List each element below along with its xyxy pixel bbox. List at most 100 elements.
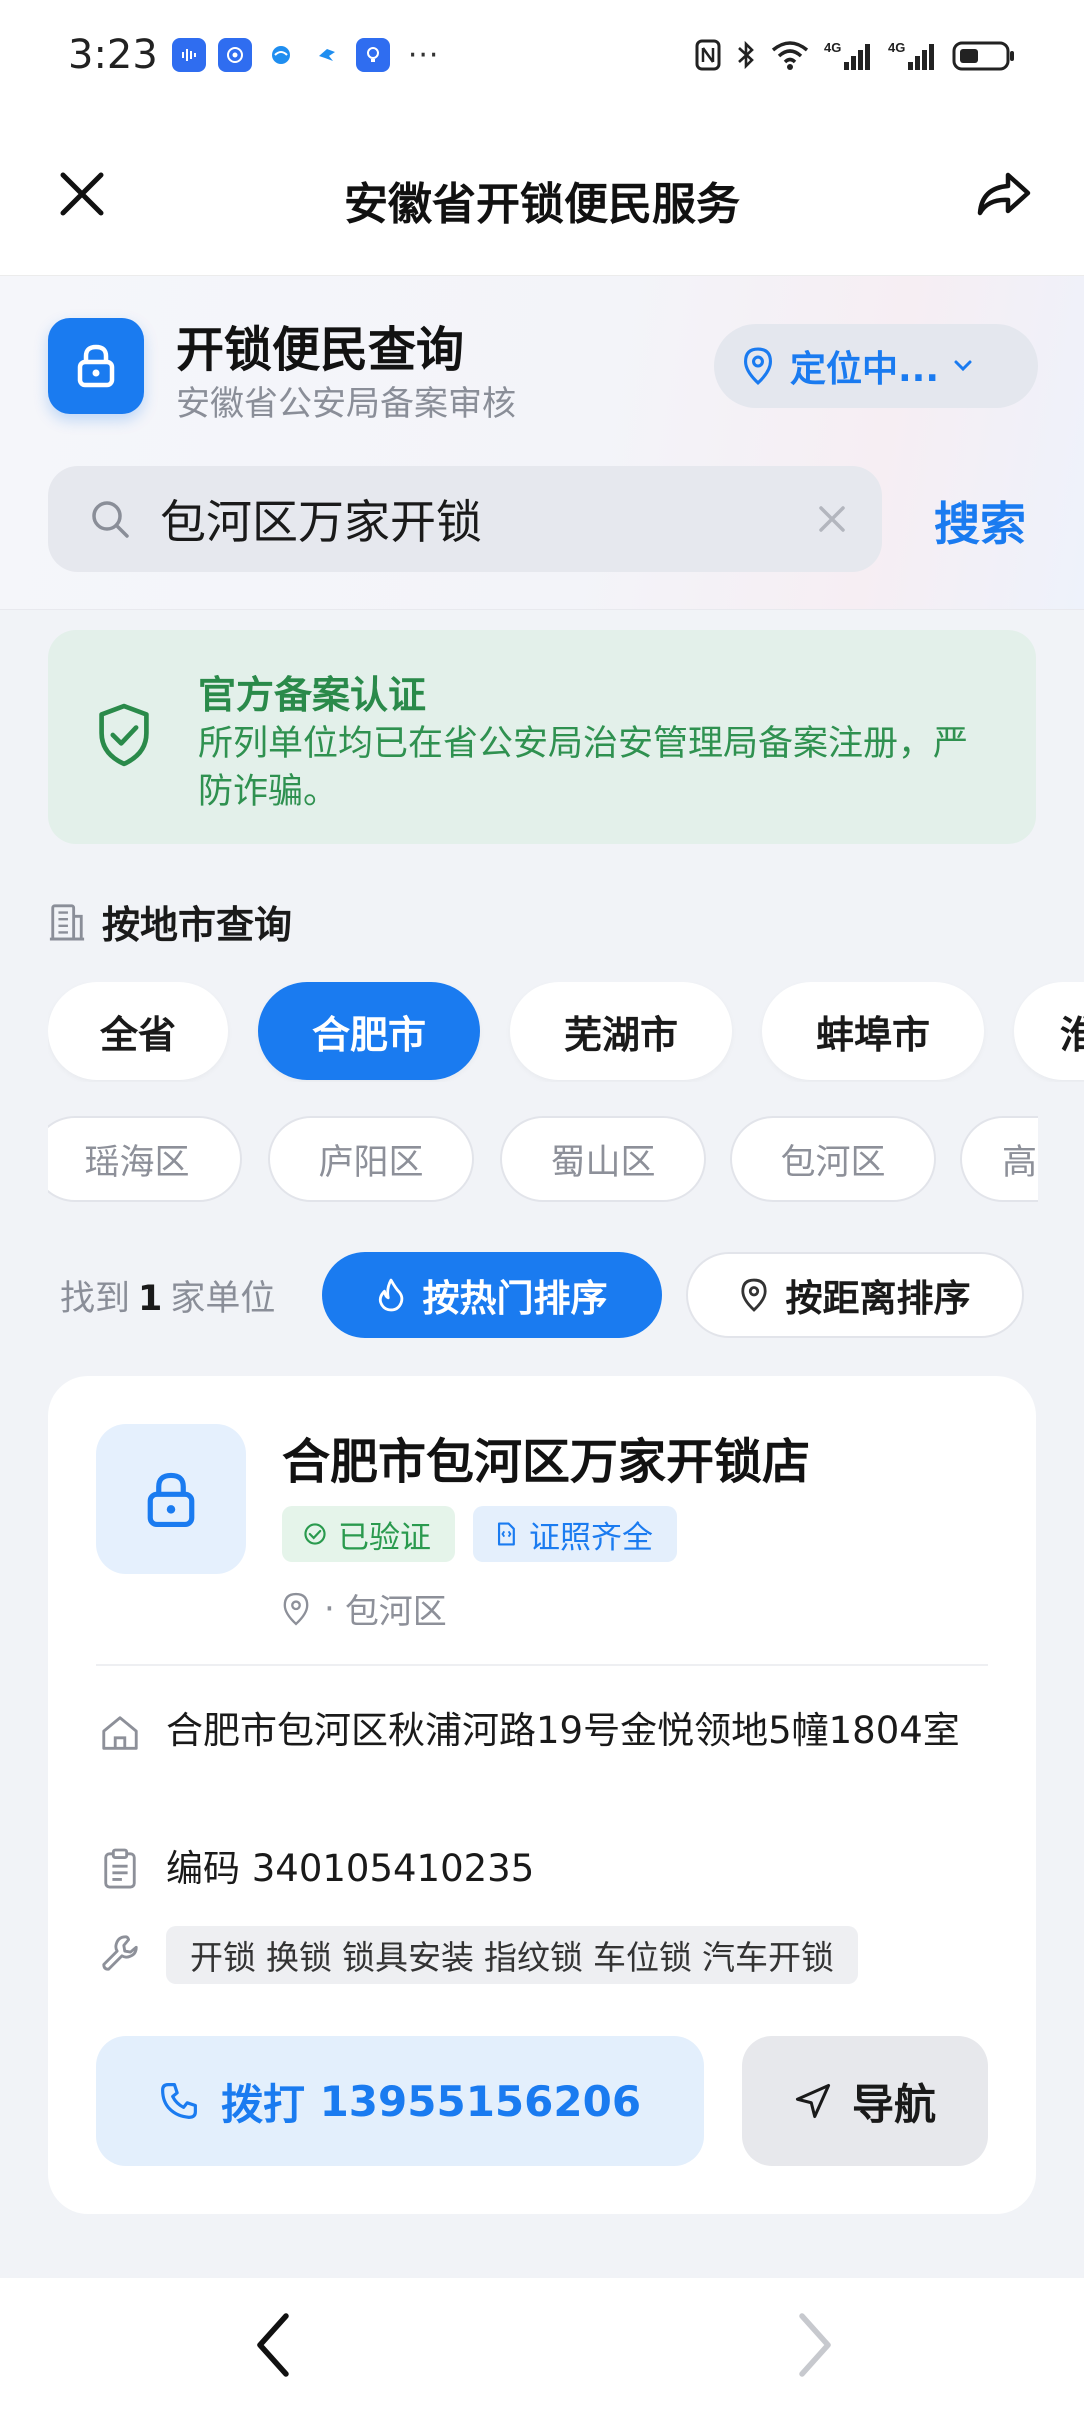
notice-body: 所列单位均已在省公安局治安管理局备案注册，严防诈骗。 (198, 724, 969, 812)
clear-icon[interactable] (812, 499, 852, 539)
sort-hot-label: 按热门排序 (422, 1277, 608, 1320)
service-tag: 汽车开锁 (702, 1938, 834, 1977)
location-selector[interactable]: 定位中... (714, 324, 1038, 408)
district-chip-yaohai[interactable]: 瑶海区 (48, 1116, 242, 1202)
address-row: 合肥市包河区秋浦河路19号金悦领地5幢1804室 (96, 1702, 966, 1760)
result-count-suffix: 家单位 (170, 1279, 276, 1319)
alipay-app-icon (217, 38, 252, 72)
city-chip-huai[interactable]: 淮 (1014, 982, 1084, 1080)
call-label: 拨打 (220, 2079, 305, 2129)
district-chip-baohe[interactable]: 包河区 (730, 1116, 936, 1202)
notice-title: 官方备案认证 (198, 673, 427, 717)
chevron-down-icon (954, 360, 972, 372)
shop-code: 编码 340105410235 (166, 1840, 534, 1898)
voice-app-icon (171, 38, 206, 72)
network-label: 4G (824, 40, 841, 55)
services-row: 开锁 换锁 锁具安装 指纹锁 车位锁 汽车开锁 (96, 1926, 858, 1984)
flame-icon (378, 1278, 403, 1312)
shop-district: · 包河区 (282, 1584, 447, 1633)
search-value: 包河区万家开锁 (160, 495, 482, 549)
service-tag: 锁具安装 (342, 1938, 474, 1977)
share-button[interactable] (972, 162, 1036, 226)
status-system-icons: 4G 4G (694, 38, 1016, 72)
navigation-arrow-icon (795, 2083, 831, 2119)
code-row: 编码 340105410235 (96, 1840, 534, 1898)
status-app-icons: ··· (171, 37, 440, 73)
verified-badge: 已验证 (282, 1506, 455, 1562)
call-button[interactable]: 拨打 13955156206 (96, 2036, 704, 2166)
document-icon (497, 1522, 515, 1546)
district-chip-gao[interactable]: 高 (960, 1116, 1038, 1202)
search-button[interactable]: 搜索 (934, 488, 1026, 554)
result-count-prefix: 找到 (60, 1279, 131, 1319)
search-input[interactable]: 包河区万家开锁 (48, 466, 882, 572)
status-time: 3:23 (68, 32, 158, 78)
nfc-icon (695, 39, 721, 71)
phone-icon (160, 2083, 197, 2119)
result-count: 找到 1 家单位 (60, 1270, 275, 1321)
home-icon (102, 1716, 138, 1750)
shield-check-icon (99, 703, 149, 767)
city-chip-all[interactable]: 全省 (48, 982, 228, 1080)
license-badge-label: 证照齐全 (529, 1519, 653, 1556)
district-chip-row: 瑶海区 庐阳区 蜀山区 包河区 高 (48, 1116, 1038, 1204)
search-icon (92, 501, 129, 538)
lock-icon (77, 344, 115, 388)
result-count-number: 1 (138, 1279, 163, 1319)
wifi-icon (771, 41, 809, 70)
district-chip-shushan[interactable]: 蜀山区 (500, 1116, 706, 1202)
city-filter-label: 按地市查询 (48, 894, 292, 949)
title-bar: 安徽省开锁便民服务 (0, 110, 1084, 276)
location-pin-icon (743, 347, 773, 386)
district-chip-luyang[interactable]: 庐阳区 (268, 1116, 474, 1202)
app-logo (48, 318, 144, 414)
status-more: ··· (407, 37, 440, 73)
shop-badges: 已验证 证照齐全 (282, 1506, 677, 1562)
verified-badge-label: 已验证 (338, 1519, 431, 1556)
browser-app-icon (264, 38, 298, 72)
district-separator: · (324, 1588, 335, 1629)
brand-subtitle: 安徽省公安局备案审核 (176, 384, 516, 424)
section-label-text: 按地市查询 (102, 903, 293, 947)
city-chip-hefei[interactable]: 合肥市 (258, 982, 480, 1080)
signal-icon-2: 4G (888, 40, 934, 70)
sort-by-popularity-button[interactable]: 按热门排序 (322, 1252, 662, 1338)
location-pin-icon (740, 1278, 767, 1312)
district-name: 包河区 (344, 1592, 447, 1632)
building-icon (49, 903, 85, 941)
clipboard-icon (104, 1848, 136, 1889)
page-title: 安徽省开锁便民服务 (344, 179, 740, 230)
status-bar: 3:23 ··· 4G 4G (0, 0, 1084, 110)
bird-app-icon (310, 38, 344, 72)
code-value: 340105410235 (251, 1847, 535, 1890)
back-arrow-icon[interactable] (248, 2310, 298, 2380)
certification-notice: 官方备案认证 所列单位均已在省公安局治安管理局备案注册，严防诈骗。 (48, 630, 1036, 844)
service-tag: 开锁 (190, 1938, 256, 1977)
forward-arrow-icon[interactable] (790, 2310, 840, 2380)
check-circle-icon (304, 1523, 326, 1545)
navigate-button[interactable]: 导航 (742, 2036, 988, 2166)
bluetooth-icon (738, 40, 754, 70)
wrench-icon (102, 1935, 138, 1971)
license-badge: 证照齐全 (473, 1506, 677, 1562)
header-section: 开锁便民查询 安徽省公安局备案审核 定位中... 包河区万家开锁 搜索 (0, 276, 1084, 610)
shop-logo (96, 1424, 246, 1574)
browser-bottom-bar (0, 2278, 1084, 2412)
signal-icon: 4G (824, 40, 870, 70)
city-chip-bengbu[interactable]: 蚌埠市 (762, 982, 984, 1080)
code-label: 编码 (166, 1847, 240, 1890)
nav-label: 导航 (851, 2079, 936, 2129)
sort-by-distance-button[interactable]: 按距离排序 (686, 1252, 1024, 1338)
card-divider (96, 1664, 988, 1666)
service-tag: 指纹锁 (484, 1938, 583, 1977)
lock-icon (147, 1472, 195, 1528)
shop-address: 合肥市包河区秋浦河路19号金悦领地5幢1804室 (166, 1709, 960, 1752)
city-chip-row: 全省 合肥市 芜湖市 蚌埠市 淮 (48, 982, 1084, 1082)
sort-distance-label: 按距离排序 (785, 1277, 971, 1320)
battery-icon (952, 41, 1014, 71)
result-card[interactable]: 合肥市包河区万家开锁店 已验证 证照齐全 · 包河区 合肥市包河区秋浦河路19号… (48, 1376, 1036, 2214)
services-tags: 开锁 换锁 锁具安装 指纹锁 车位锁 汽车开锁 (166, 1926, 858, 1984)
city-chip-wuhu[interactable]: 芜湖市 (510, 982, 732, 1080)
location-pin-icon (283, 1592, 309, 1626)
shop-name[interactable]: 合肥市包河区万家开锁店 (282, 1422, 810, 1492)
